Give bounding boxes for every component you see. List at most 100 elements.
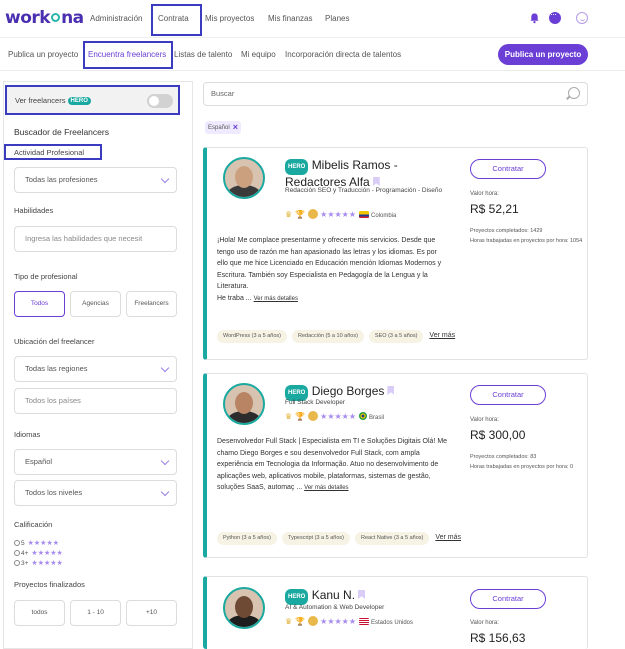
language-select[interactable]: Español xyxy=(14,449,177,475)
skills-list: Python (3 a 5 años) Typescript (3 a 5 año… xyxy=(217,532,461,545)
rate-label: Valor hora: xyxy=(470,417,499,423)
hourly-rate: R$ 52,21 xyxy=(470,202,519,216)
avatar[interactable] xyxy=(223,383,265,425)
chevron-down-icon xyxy=(160,174,170,184)
projects-completed: Proyectos completados: 1429 xyxy=(470,228,543,234)
freelancer-badges: ♛ 🏆 ★★★★★ Estados Unidos xyxy=(285,616,413,626)
bell-icon[interactable] xyxy=(529,12,540,24)
hire-button[interactable]: Contratar xyxy=(470,589,546,609)
chevron-down-icon xyxy=(160,487,170,497)
hourly-rate: R$ 156,63 xyxy=(470,631,526,645)
stars-icon: ★★★★★ xyxy=(320,210,356,219)
level-coin-icon xyxy=(308,616,319,626)
freelancer-country: Colombia xyxy=(371,213,397,219)
projects-1-10-option[interactable]: 1 - 10 xyxy=(70,600,121,626)
stars-icon: ★★★★★ xyxy=(320,617,356,626)
skill-tag: WordPress (3 a 5 años) xyxy=(217,330,287,343)
levels-select[interactable]: Todos los niveles xyxy=(14,480,177,506)
rating-3-option[interactable]: 3+ ★★★★★ xyxy=(14,559,63,567)
freelancer-country: Estados Unidos xyxy=(371,620,414,626)
crown-icon: ♛ xyxy=(285,617,293,626)
see-more-details-link[interactable]: Ver más detalles xyxy=(304,485,348,491)
encuentra-highlight-box xyxy=(83,41,173,69)
skill-tag: Redacción (5 a 10 años) xyxy=(291,330,364,343)
skill-tag: SEO (3 a 5 años) xyxy=(368,330,424,343)
languages-label: Idiomas xyxy=(14,430,41,439)
hero-badge: HERO xyxy=(67,97,91,105)
nav-planes[interactable]: Planes xyxy=(325,14,349,23)
skills-label: Habilidades xyxy=(14,206,54,215)
subnav-publica-proyecto[interactable]: Publica un proyecto xyxy=(8,50,78,59)
skill-tag: Typescript (3 a 5 años) xyxy=(282,532,350,545)
hero-toggle-label: Ver freelancers HERO xyxy=(15,96,91,105)
crown-icon: ♛ xyxy=(285,210,293,219)
trophy-icon: 🏆 xyxy=(295,412,306,421)
user-avatar-icon[interactable] xyxy=(576,12,588,24)
bookmark-icon[interactable] xyxy=(358,590,366,599)
rating-4-option[interactable]: 4+ ★★★★★ xyxy=(14,549,63,557)
freelancer-country: Brasil xyxy=(369,415,385,421)
type-agencias-option[interactable]: Agencias xyxy=(70,291,121,317)
radio-icon xyxy=(14,550,20,556)
regions-select[interactable]: Todas las regiones xyxy=(14,356,177,382)
professional-type-label: Tipo de profesional xyxy=(14,272,78,281)
publish-project-button[interactable]: Publica un proyecto xyxy=(498,44,588,65)
avatar[interactable] xyxy=(223,157,265,199)
nav-mis-proyectos[interactable]: Mis proyectos xyxy=(205,14,254,23)
subnav-incorporacion-directa[interactable]: Incorporación directa de talentos xyxy=(285,50,401,59)
type-freelancers-option[interactable]: Freelancers xyxy=(126,291,177,317)
freelancer-description: Desenvolvedor Full Stack | Especialista … xyxy=(217,438,448,491)
freelancer-name[interactable]: HERO Mibelis Ramos - Redactores Alfa xyxy=(285,158,455,189)
activity-highlight-box xyxy=(4,144,102,160)
hero-badge: HERO xyxy=(285,159,309,175)
skill-tag: Python (3 a 5 años) xyxy=(217,532,278,545)
freelancer-card: HERO Kanu N. AI & Automation & Web Devel… xyxy=(203,576,588,649)
rating-5-option[interactable]: 5 ★★★★★ xyxy=(14,539,59,547)
projects-finished-label: Proyectos finalizados xyxy=(14,580,85,589)
rate-label: Valor hora: xyxy=(470,191,499,197)
type-todos-option[interactable]: Todos xyxy=(14,291,65,317)
bookmark-icon[interactable] xyxy=(372,177,380,186)
projects-10plus-option[interactable]: +10 xyxy=(126,600,177,626)
stars-icon: ★★★★★ xyxy=(27,540,60,547)
hours-worked: Horas trabajadas en proyectos por hora: … xyxy=(470,238,583,244)
bookmark-icon[interactable] xyxy=(387,386,395,395)
brazil-flag-icon xyxy=(359,412,367,420)
hero-toggle-row: Ver freelancers HERO xyxy=(5,85,180,115)
radio-icon xyxy=(14,560,20,566)
colombia-flag-icon xyxy=(359,211,369,218)
subnav-listas-talento[interactable]: Listas de talento xyxy=(174,50,232,59)
hire-button[interactable]: Contratar xyxy=(470,385,546,405)
nav-administracion[interactable]: Administración xyxy=(90,14,142,23)
projects-completed: Proyectos completados: 83 xyxy=(470,454,537,460)
subnav-mi-equipo[interactable]: Mi equipo xyxy=(241,50,276,59)
rating-label: Calificación xyxy=(14,520,53,529)
chevron-down-icon xyxy=(160,456,170,466)
freelancer-card: HERO Diego Borges Full Stack Developer ♛… xyxy=(203,373,588,558)
workana-logo[interactable]: work na xyxy=(5,8,84,28)
chevron-down-icon xyxy=(160,363,170,373)
search-icon[interactable] xyxy=(568,87,580,99)
freelancer-title: Full Stack Developer xyxy=(285,399,345,406)
hourly-rate: R$ 300,00 xyxy=(470,428,526,442)
chat-icon[interactable] xyxy=(549,9,561,24)
skills-see-more-link[interactable]: Ver más xyxy=(435,534,461,541)
skills-input[interactable]: Ingresa las habilidades que necesit xyxy=(14,226,177,252)
professions-select[interactable]: Todas las profesiones xyxy=(14,167,177,193)
contrata-highlight-box xyxy=(151,4,202,36)
language-filter-chip: Español × xyxy=(205,121,241,134)
hero-toggle-switch[interactable] xyxy=(147,94,173,108)
countries-input[interactable]: Todos los países xyxy=(14,388,177,414)
freelancer-title: AI & Automation & Web Developer xyxy=(285,604,385,611)
nav-mis-finanzas[interactable]: Mis finanzas xyxy=(268,14,312,23)
freelancer-search-heading: Buscador de Freelancers xyxy=(14,127,109,137)
see-more-details-link[interactable]: Ver más detalles xyxy=(254,296,298,302)
search-input[interactable]: Buscar xyxy=(203,82,588,106)
close-icon[interactable]: × xyxy=(233,122,238,132)
location-label: Ubicación del freelancer xyxy=(14,337,95,346)
projects-todos-option[interactable]: todos xyxy=(14,600,65,626)
top-nav: work na Administración Contrata Mis proye… xyxy=(0,0,625,38)
avatar[interactable] xyxy=(223,587,265,629)
skills-see-more-link[interactable]: Ver más xyxy=(429,332,455,339)
hire-button[interactable]: Contratar xyxy=(470,159,546,179)
